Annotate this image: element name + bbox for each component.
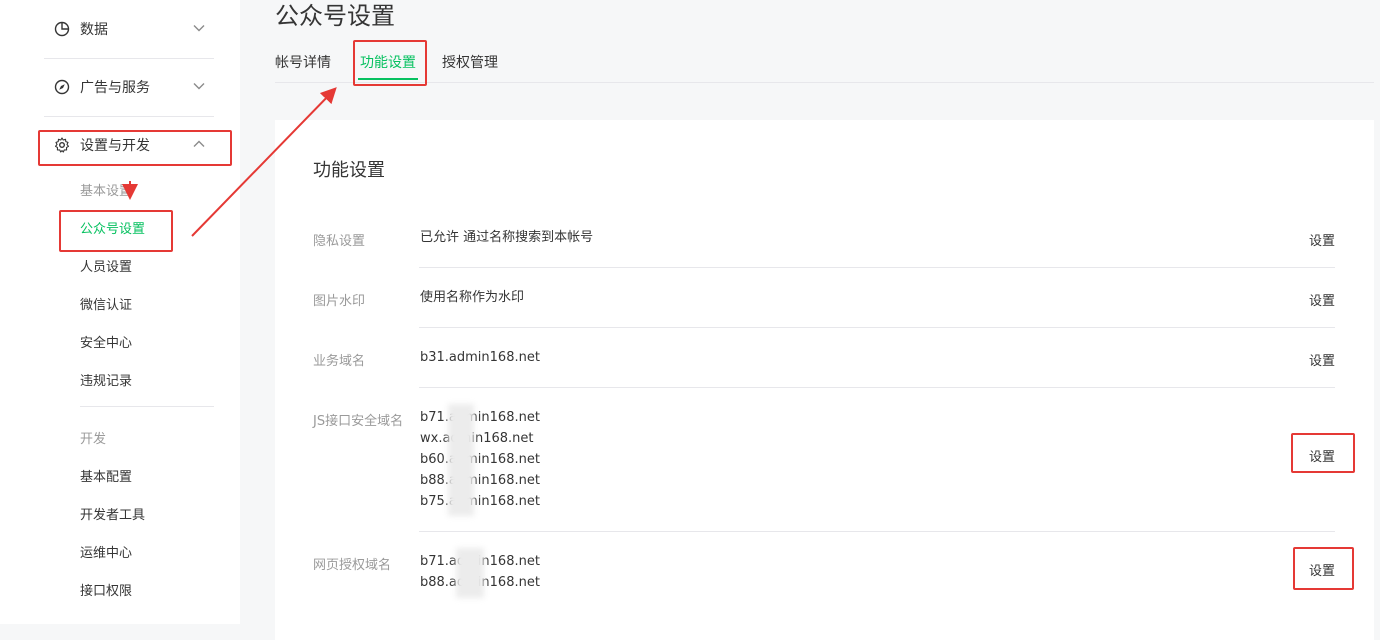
sidebar-group-ads-services[interactable]: 广告与服务 (44, 58, 214, 117)
active-tab-indicator (358, 78, 418, 80)
card-title: 功能设置 (313, 160, 385, 181)
tab-bar: 帐号详情 功能设置 授权管理 (275, 40, 1374, 83)
sidebar-section-dev: 开发 (80, 432, 107, 447)
sidebar-item-basic-config[interactable]: 基本配置 (80, 466, 132, 485)
settings-row-business-domain: 业务域名 b31.admin168.net 设置 (313, 338, 1335, 388)
pie-chart-icon (54, 21, 70, 37)
sidebar-item-api-permissions[interactable]: 接口权限 (80, 580, 132, 599)
row-settings-link[interactable]: 设置 (1309, 290, 1335, 309)
redaction-patch (448, 404, 474, 516)
sidebar-item-security-center[interactable]: 安全中心 (80, 332, 132, 351)
sidebar-item-dev-tools[interactable]: 开发者工具 (80, 504, 145, 523)
row-settings-link[interactable]: 设置 (1309, 230, 1335, 249)
domain-item: b75.admin168.net (420, 494, 540, 509)
sidebar-divider (80, 406, 214, 407)
sidebar-group-label: 设置与开发 (80, 138, 150, 154)
row-settings-link[interactable]: 设置 (1309, 350, 1335, 369)
gear-icon (54, 137, 70, 153)
sidebar-group-settings-dev[interactable]: 设置与开发 (44, 116, 214, 174)
sidebar-item-member-settings[interactable]: 人员设置 (80, 256, 132, 275)
row-divider (419, 267, 1335, 268)
row-value: 已允许 通过名称搜索到本帐号 (420, 230, 594, 245)
tab-authorization[interactable]: 授权管理 (442, 52, 498, 72)
chevron-down-icon[interactable] (192, 21, 206, 35)
row-value: 使用名称作为水印 (420, 290, 525, 305)
sidebar: 数据 广告与服务 设置与开发 基本设置 公众号设置 人员设置 微信认证 安全中心… (0, 0, 240, 624)
domain-item: b60.admin168.net (420, 452, 540, 467)
sidebar-item-violation-records[interactable]: 违规记录 (80, 370, 132, 389)
row-label: 网页授权域名 (313, 558, 392, 573)
settings-row-watermark: 图片水印 使用名称作为水印 设置 (313, 278, 1335, 328)
chevron-down-icon[interactable] (192, 79, 206, 93)
sidebar-item-account-settings[interactable]: 公众号设置 (80, 218, 145, 237)
function-settings-card: 功能设置 隐私设置 已允许 通过名称搜索到本帐号 设置 图片水印 使用名称作为水… (275, 120, 1374, 640)
row-divider (419, 531, 1335, 532)
row-divider (419, 387, 1335, 388)
row-label: 图片水印 (313, 294, 366, 309)
sidebar-item-basic-settings[interactable]: 基本设置 (80, 180, 132, 199)
sidebar-group-data[interactable]: 数据 (44, 0, 214, 59)
row-label: 隐私设置 (313, 234, 366, 249)
row-label: 业务域名 (313, 354, 366, 369)
tab-function-settings[interactable]: 功能设置 (360, 52, 416, 72)
tab-account-details[interactable]: 帐号详情 (275, 52, 331, 72)
page-title: 公众号设置 (275, 2, 395, 30)
row-settings-link[interactable]: 设置 (1309, 446, 1335, 465)
domain-item: wx.admin168.net (420, 431, 534, 446)
compass-icon (54, 79, 70, 95)
sidebar-group-label: 广告与服务 (80, 80, 150, 96)
sidebar-group-label: 数据 (80, 22, 108, 38)
row-settings-link[interactable]: 设置 (1309, 560, 1335, 579)
domain-item: b88.admin168.net (420, 473, 540, 488)
redaction-patch (456, 548, 484, 598)
row-label: JS接口安全域名 (313, 414, 404, 429)
row-value: b31.admin168.net (420, 350, 540, 365)
sidebar-item-ops-center[interactable]: 运维中心 (80, 542, 132, 561)
domain-list: b71.admin168.net wx.admin168.net b60.adm… (420, 407, 540, 512)
row-divider (419, 327, 1335, 328)
settings-row-privacy: 隐私设置 已允许 通过名称搜索到本帐号 设置 (313, 218, 1335, 268)
chevron-up-icon[interactable] (192, 137, 206, 151)
sidebar-item-wechat-verify[interactable]: 微信认证 (80, 294, 132, 313)
domain-item: b71.admin168.net (420, 410, 540, 425)
